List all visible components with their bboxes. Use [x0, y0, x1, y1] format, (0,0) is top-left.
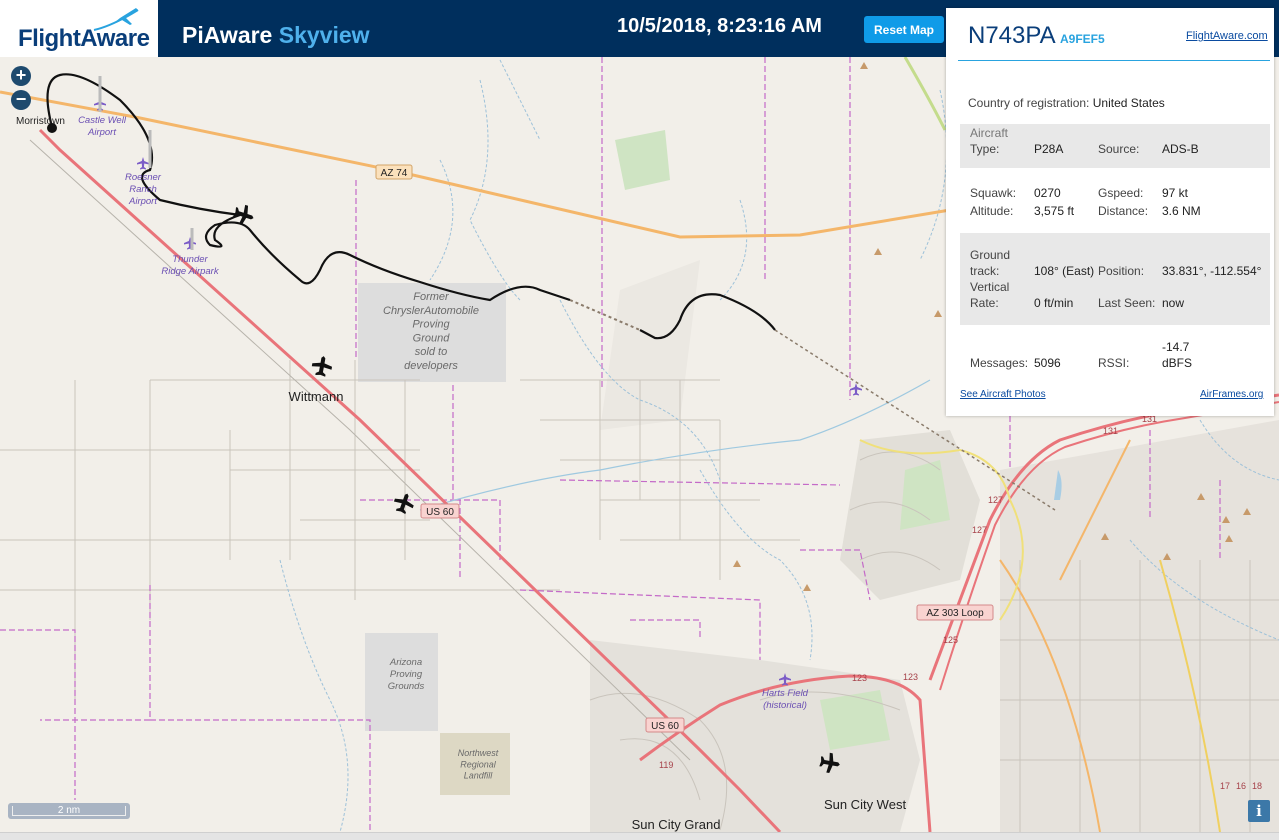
squawk-label: Squawk:	[970, 186, 1017, 200]
road-number: 16	[1236, 781, 1246, 791]
map-label-line: Airport	[87, 127, 116, 138]
road-number: 18	[1252, 781, 1262, 791]
map-label-sun-city-west: Sun City West	[824, 797, 907, 812]
rssi-value-1: -14.7	[1162, 340, 1190, 354]
flightaware-logo[interactable]: FlightAware	[0, 0, 158, 57]
map-label-harts-field: Harts Field (historical)	[762, 688, 809, 711]
map-label-line: Proving	[412, 319, 450, 331]
flightaware-link[interactable]: FlightAware.com	[1186, 30, 1268, 42]
altitude-value: 3,575 ft	[1034, 204, 1075, 218]
shield-us60-2: US 60	[651, 721, 679, 732]
zoom-out-button[interactable]: −	[11, 90, 31, 110]
map-label-line: Airport	[128, 196, 157, 207]
road-number: 123	[903, 672, 918, 682]
gspeed-label: Gspeed:	[1098, 186, 1144, 200]
type-value: P28A	[1034, 142, 1064, 156]
road-number: 131	[1103, 426, 1118, 436]
road-number: 119	[659, 760, 673, 770]
app-title: PiAware Skyview	[182, 22, 370, 49]
map-label-morristown: Morristown	[16, 116, 65, 127]
track-label-1: Ground	[970, 248, 1011, 262]
track-value: 108° (East)	[1034, 264, 1095, 278]
messages-value: 5096	[1034, 356, 1061, 370]
shield-az303: AZ 303 Loop	[926, 608, 984, 619]
source-value: ADS-B	[1162, 142, 1199, 156]
lastseen-value: now	[1162, 296, 1185, 310]
map-label-line: Grounds	[388, 681, 425, 692]
map-label-line: (historical)	[763, 700, 807, 711]
country-label: Country of registration:	[968, 96, 1090, 110]
map-label-roesner: Roesner Ranch Airport	[125, 172, 162, 207]
rssi-label: RSSI:	[1098, 356, 1130, 370]
map-label-line: developers	[404, 360, 458, 372]
altitude-label: Altitude:	[970, 204, 1014, 218]
map-label-line: Landfill	[464, 771, 494, 781]
vrate-label-2: Rate:	[970, 296, 999, 310]
type-label-1: Aircraft	[970, 126, 1009, 140]
lastseen-label: Last Seen:	[1098, 296, 1156, 310]
scale-line: 2 nm	[8, 803, 130, 819]
map-label-sun-city-grand: Sun City Grand	[632, 817, 721, 832]
track-label-2: track:	[970, 264, 1000, 278]
road-number: 127	[988, 495, 1003, 505]
aircraft-info-panel: N743PA A9FEF5 FlightAware.com Country of…	[946, 8, 1274, 416]
squawk-value: 0270	[1034, 186, 1061, 200]
shield-az74: AZ 74	[381, 168, 408, 179]
reset-map-button[interactable]: Reset Map	[864, 16, 944, 43]
map-label-line: Regional	[460, 759, 497, 769]
app-title-main: PiAware	[182, 22, 273, 48]
scale-label: 2 nm	[12, 806, 126, 816]
aircraft-registration: N743PA	[968, 22, 1056, 49]
road-number: 125	[943, 635, 958, 645]
position-value: 33.831°, -112.554°	[1162, 264, 1262, 278]
attribution-info-button[interactable]: i	[1248, 800, 1270, 822]
position-label: Position:	[1098, 264, 1145, 278]
aircraft-hex: A9FEF5	[1060, 32, 1105, 46]
track-section	[960, 233, 1270, 325]
airframes-link[interactable]: AirFrames.org	[1200, 389, 1263, 400]
map-label-line: sold to	[415, 346, 447, 358]
zoom-in-button[interactable]: +	[11, 66, 31, 86]
panel-divider	[958, 60, 1270, 61]
distance-label: Distance:	[1098, 204, 1149, 218]
logo-text: FlightAware	[18, 25, 150, 52]
type-label-2: Type:	[970, 142, 1000, 156]
aircraft-photos-link[interactable]: See Aircraft Photos	[960, 389, 1046, 400]
map-label-line: Proving	[390, 669, 423, 680]
map-label-line: Ground	[413, 332, 451, 344]
vrate-label-1: Vertical	[970, 280, 1010, 294]
map-label-line: ChryslerAutomobile	[383, 305, 479, 317]
map-label-line: Ridge Airpark	[161, 266, 219, 277]
source-label: Source:	[1098, 142, 1140, 156]
vrate-value: 0 ft/min	[1034, 296, 1074, 310]
distance-value: 3.6 NM	[1162, 204, 1201, 218]
rssi-value-2: dBFS	[1162, 356, 1193, 370]
map-label-wittmann: Wittmann	[289, 389, 344, 404]
app-title-accent: Skyview	[278, 22, 370, 48]
clock: 10/5/2018, 8:23:16 AM	[617, 15, 822, 37]
gspeed-value: 97 kt	[1162, 186, 1189, 200]
shield-us60-1: US 60	[426, 507, 454, 518]
map-label-line: Ranch	[129, 184, 156, 195]
road-number: 127	[972, 525, 987, 535]
map-label-arizona-pg: Arizona Proving Grounds	[388, 657, 425, 692]
country-value: United States	[1092, 96, 1165, 110]
messages-label: Messages:	[970, 356, 1029, 370]
road-number: 17	[1220, 781, 1230, 791]
road-number: 123	[852, 673, 867, 683]
